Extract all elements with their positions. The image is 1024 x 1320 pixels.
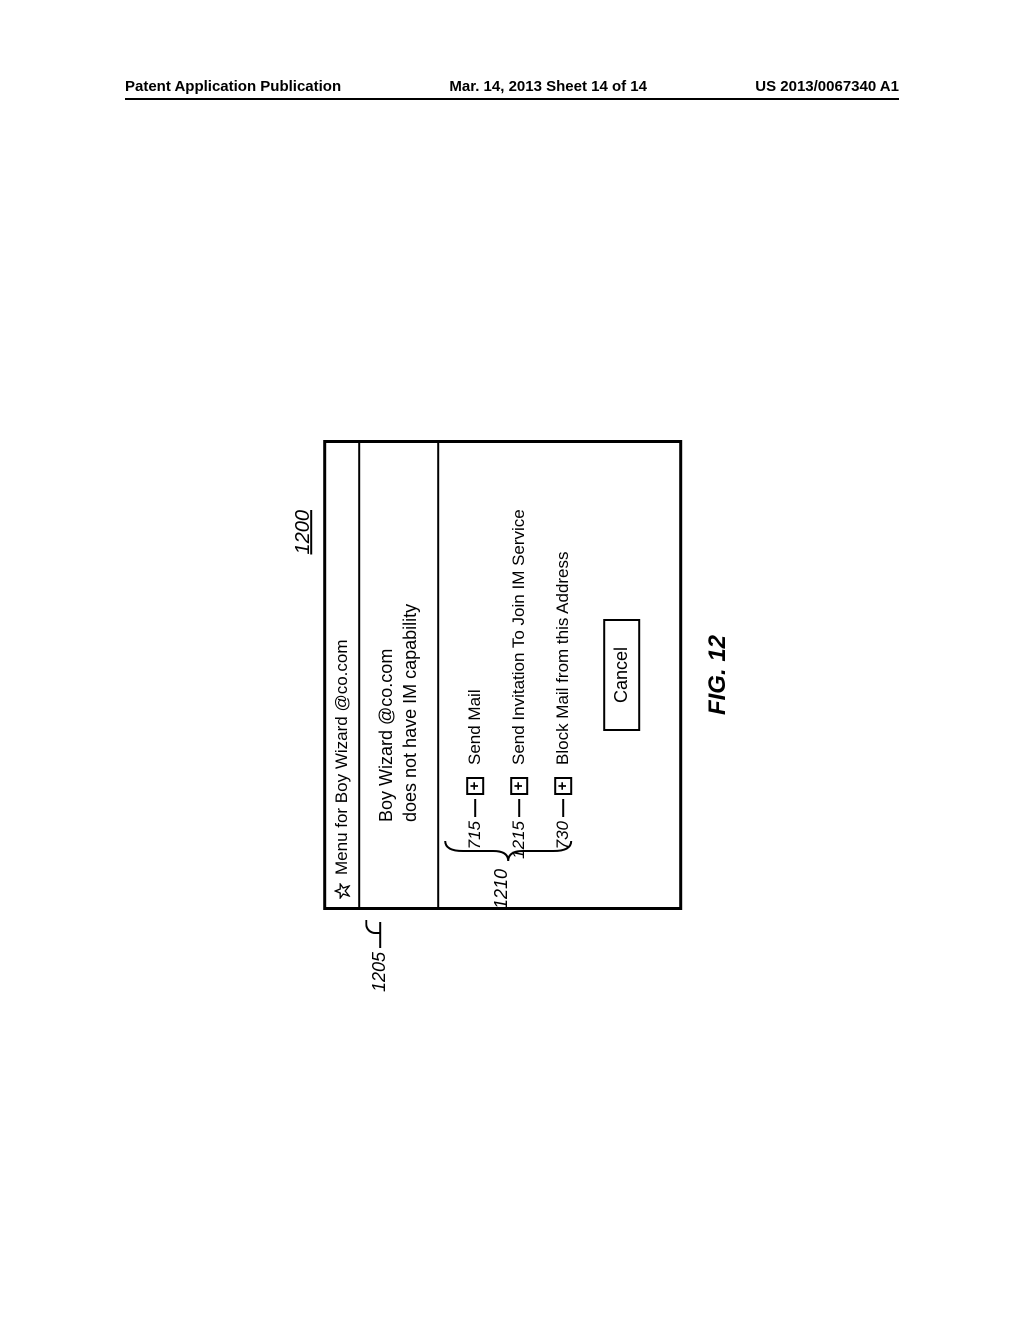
app-icon (334, 883, 350, 899)
leader-line (562, 799, 564, 817)
ref-1215: 1215 (509, 821, 529, 869)
cancel-row: Cancel (597, 451, 656, 899)
menu-item-send-invitation[interactable]: 1215 + Send Invitation To Join IM Servic… (509, 451, 529, 869)
header-center: Mar. 14, 2013 Sheet 14 of 14 (449, 78, 647, 95)
ref-1210-label: 1210 (491, 869, 511, 909)
info-line-1: Boy Wizard @co.com (374, 463, 398, 822)
window-title: Menu for Boy Wizard @co.com (332, 640, 352, 876)
header-right: US 2013/0067340 A1 (755, 78, 899, 95)
menu-window: Menu for Boy Wizard @co.com Boy Wizard @… (323, 440, 682, 910)
info-section: Boy Wizard @co.com does not have IM capa… (360, 443, 439, 907)
figure-caption: FIG. 12 (704, 440, 732, 910)
menu-item-label: Send Invitation To Join IM Service (509, 509, 529, 765)
menu-item-block-mail[interactable]: 730 + Block Mail from this Address (553, 451, 573, 869)
ref-715: 715 (465, 821, 485, 869)
figure-group: 1200 1205 Menu for Boy Wizard @co.com Bo… (292, 370, 732, 990)
leader-line (518, 799, 520, 817)
window-titlebar: Menu for Boy Wizard @co.com (326, 443, 360, 907)
leader-line (474, 799, 476, 817)
ref-730: 730 (553, 821, 573, 869)
menu-section: 1210 715 + Send Mail 1215 + Send Invitat… (439, 443, 679, 907)
menu-item-label: Block Mail from this Address (553, 551, 573, 765)
cancel-button[interactable]: Cancel (603, 619, 640, 731)
menu-item-send-mail[interactable]: 715 + Send Mail (465, 451, 485, 869)
ref-1205: 1205 (369, 922, 390, 992)
ref-1210: 1210 (491, 869, 512, 909)
plus-icon: + (466, 777, 484, 795)
page-header: Patent Application Publication Mar. 14, … (125, 78, 899, 100)
ref-1205-leader (379, 922, 381, 948)
plus-icon: + (510, 777, 528, 795)
ref-1205-label: 1205 (369, 952, 390, 992)
plus-icon: + (554, 777, 572, 795)
header-left: Patent Application Publication (125, 78, 341, 95)
info-line-2: does not have IM capability (399, 463, 423, 822)
menu-item-label: Send Mail (465, 689, 485, 765)
ref-1200: 1200 (292, 510, 315, 990)
